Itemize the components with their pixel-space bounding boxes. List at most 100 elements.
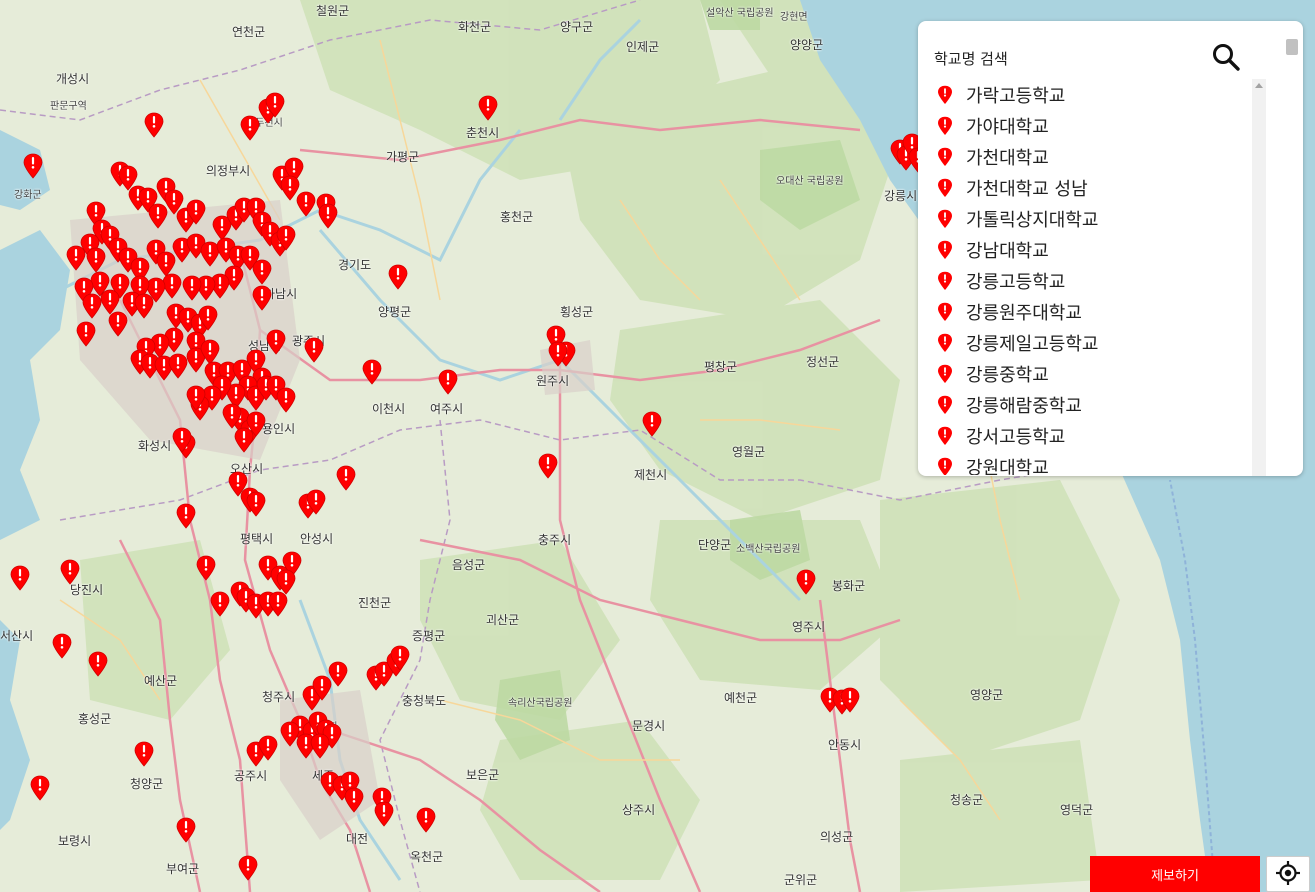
school-marker[interactable] (306, 489, 326, 515)
school-marker[interactable] (642, 411, 662, 437)
map-pin-icon (938, 364, 952, 383)
school-list-item[interactable]: 강릉원주대학교 (932, 296, 1252, 327)
school-marker[interactable] (108, 311, 128, 337)
school-marker[interactable] (144, 112, 164, 138)
school-marker[interactable] (310, 733, 330, 759)
scroll-up-arrow-icon[interactable] (1255, 83, 1263, 88)
report-button[interactable]: 제보하기 (1090, 856, 1260, 892)
school-list-item[interactable]: 강남대학교 (932, 234, 1252, 265)
school-marker[interactable] (176, 817, 196, 843)
school-marker[interactable] (52, 633, 72, 659)
school-marker[interactable] (276, 225, 296, 251)
map-label: 의정부시 (206, 164, 251, 178)
school-marker[interactable] (336, 465, 356, 491)
school-marker[interactable] (238, 855, 258, 881)
map-label: 증평군 (412, 629, 446, 643)
school-marker[interactable] (86, 247, 106, 273)
locate-button[interactable] (1266, 856, 1310, 892)
school-marker[interactable] (304, 337, 324, 363)
school-list-item[interactable]: 강릉고등학교 (932, 265, 1252, 296)
school-marker[interactable] (198, 305, 218, 331)
school-marker[interactable] (82, 293, 102, 319)
map-pin-icon (172, 427, 192, 453)
school-marker[interactable] (10, 565, 30, 591)
school-marker[interactable] (280, 721, 300, 747)
school-marker[interactable] (258, 735, 278, 761)
school-marker[interactable] (548, 341, 568, 367)
school-marker[interactable] (362, 359, 382, 385)
school-marker[interactable] (23, 153, 43, 179)
school-marker[interactable] (252, 285, 272, 311)
school-list-item[interactable]: 강릉제일고등학교 (932, 327, 1252, 358)
school-marker[interactable] (296, 191, 316, 217)
panel-scrollbar[interactable] (1286, 35, 1298, 473)
map-pin-icon (478, 95, 498, 121)
school-marker[interactable] (438, 369, 458, 395)
school-marker[interactable] (168, 353, 188, 379)
school-list-item[interactable]: 강서고등학교 (932, 420, 1252, 451)
map-label: 제천시 (634, 468, 668, 482)
school-marker[interactable] (134, 741, 154, 767)
map-label: 양구군 (560, 20, 594, 34)
map-label: 개성시 (56, 72, 90, 86)
panel-scroll-thumb[interactable] (1286, 39, 1298, 55)
school-marker[interactable] (318, 203, 338, 229)
map-label: 강화군 (14, 190, 42, 201)
school-list-item[interactable]: 가락고등학교 (932, 79, 1252, 110)
school-marker[interactable] (276, 387, 296, 413)
school-name: 강릉중학교 (966, 364, 1049, 386)
school-list-item[interactable]: 가천대학교 (932, 141, 1252, 172)
school-marker[interactable] (172, 427, 192, 453)
school-list-item[interactable]: 가천대학교 성남 (932, 172, 1252, 203)
school-marker[interactable] (60, 559, 80, 585)
map-label: 연천군 (232, 25, 266, 39)
school-marker[interactable] (246, 491, 266, 517)
map-pin-icon (182, 275, 202, 301)
school-marker[interactable] (186, 199, 206, 225)
school-marker[interactable] (478, 95, 498, 121)
map-label: 군위군 (784, 873, 818, 887)
school-marker[interactable] (234, 427, 254, 453)
school-marker[interactable] (222, 403, 242, 429)
school-marker[interactable] (538, 453, 558, 479)
school-marker[interactable] (66, 245, 86, 271)
school-marker[interactable] (252, 259, 272, 285)
school-marker[interactable] (196, 555, 216, 581)
map-pin-icon (938, 271, 952, 290)
school-marker[interactable] (390, 645, 410, 671)
school-marker[interactable] (312, 675, 332, 701)
school-marker[interactable] (176, 503, 196, 529)
school-marker[interactable] (88, 651, 108, 677)
school-marker[interactable] (210, 591, 230, 617)
school-marker[interactable] (148, 203, 168, 229)
school-marker[interactable] (388, 264, 408, 290)
list-scrollbar[interactable] (1252, 79, 1266, 476)
school-marker[interactable] (276, 569, 296, 595)
school-marker[interactable] (796, 569, 816, 595)
map-label: 여주시 (430, 402, 464, 416)
map-pin-icon (306, 489, 326, 515)
search-button[interactable] (1210, 41, 1242, 73)
school-list-item[interactable]: 강릉중학교 (932, 358, 1252, 389)
school-marker[interactable] (840, 687, 860, 713)
school-list-item[interactable]: 강원대학교 (932, 451, 1252, 475)
school-marker[interactable] (134, 293, 154, 319)
school-marker[interactable] (416, 807, 436, 833)
map-label: 설악산 국립공원 (706, 8, 774, 19)
school-marker[interactable] (76, 321, 96, 347)
school-marker[interactable] (240, 115, 260, 141)
map-pin-icon (938, 395, 952, 414)
map-label: 영덕군 (1060, 803, 1094, 817)
school-marker[interactable] (266, 329, 286, 355)
school-list-item[interactable]: 가야대학교 (932, 110, 1252, 141)
school-name: 강릉해람중학교 (966, 395, 1082, 417)
school-marker[interactable] (374, 801, 394, 827)
school-marker[interactable] (182, 275, 202, 301)
school-marker[interactable] (344, 787, 364, 813)
school-list-item[interactable]: 강릉해람중학교 (932, 389, 1252, 420)
school-marker[interactable] (30, 775, 50, 801)
school-list-item[interactable]: 가톨릭상지대학교 (932, 203, 1252, 234)
school-marker[interactable] (265, 92, 285, 118)
map-pin-icon (10, 565, 30, 591)
school-marker[interactable] (186, 385, 206, 411)
